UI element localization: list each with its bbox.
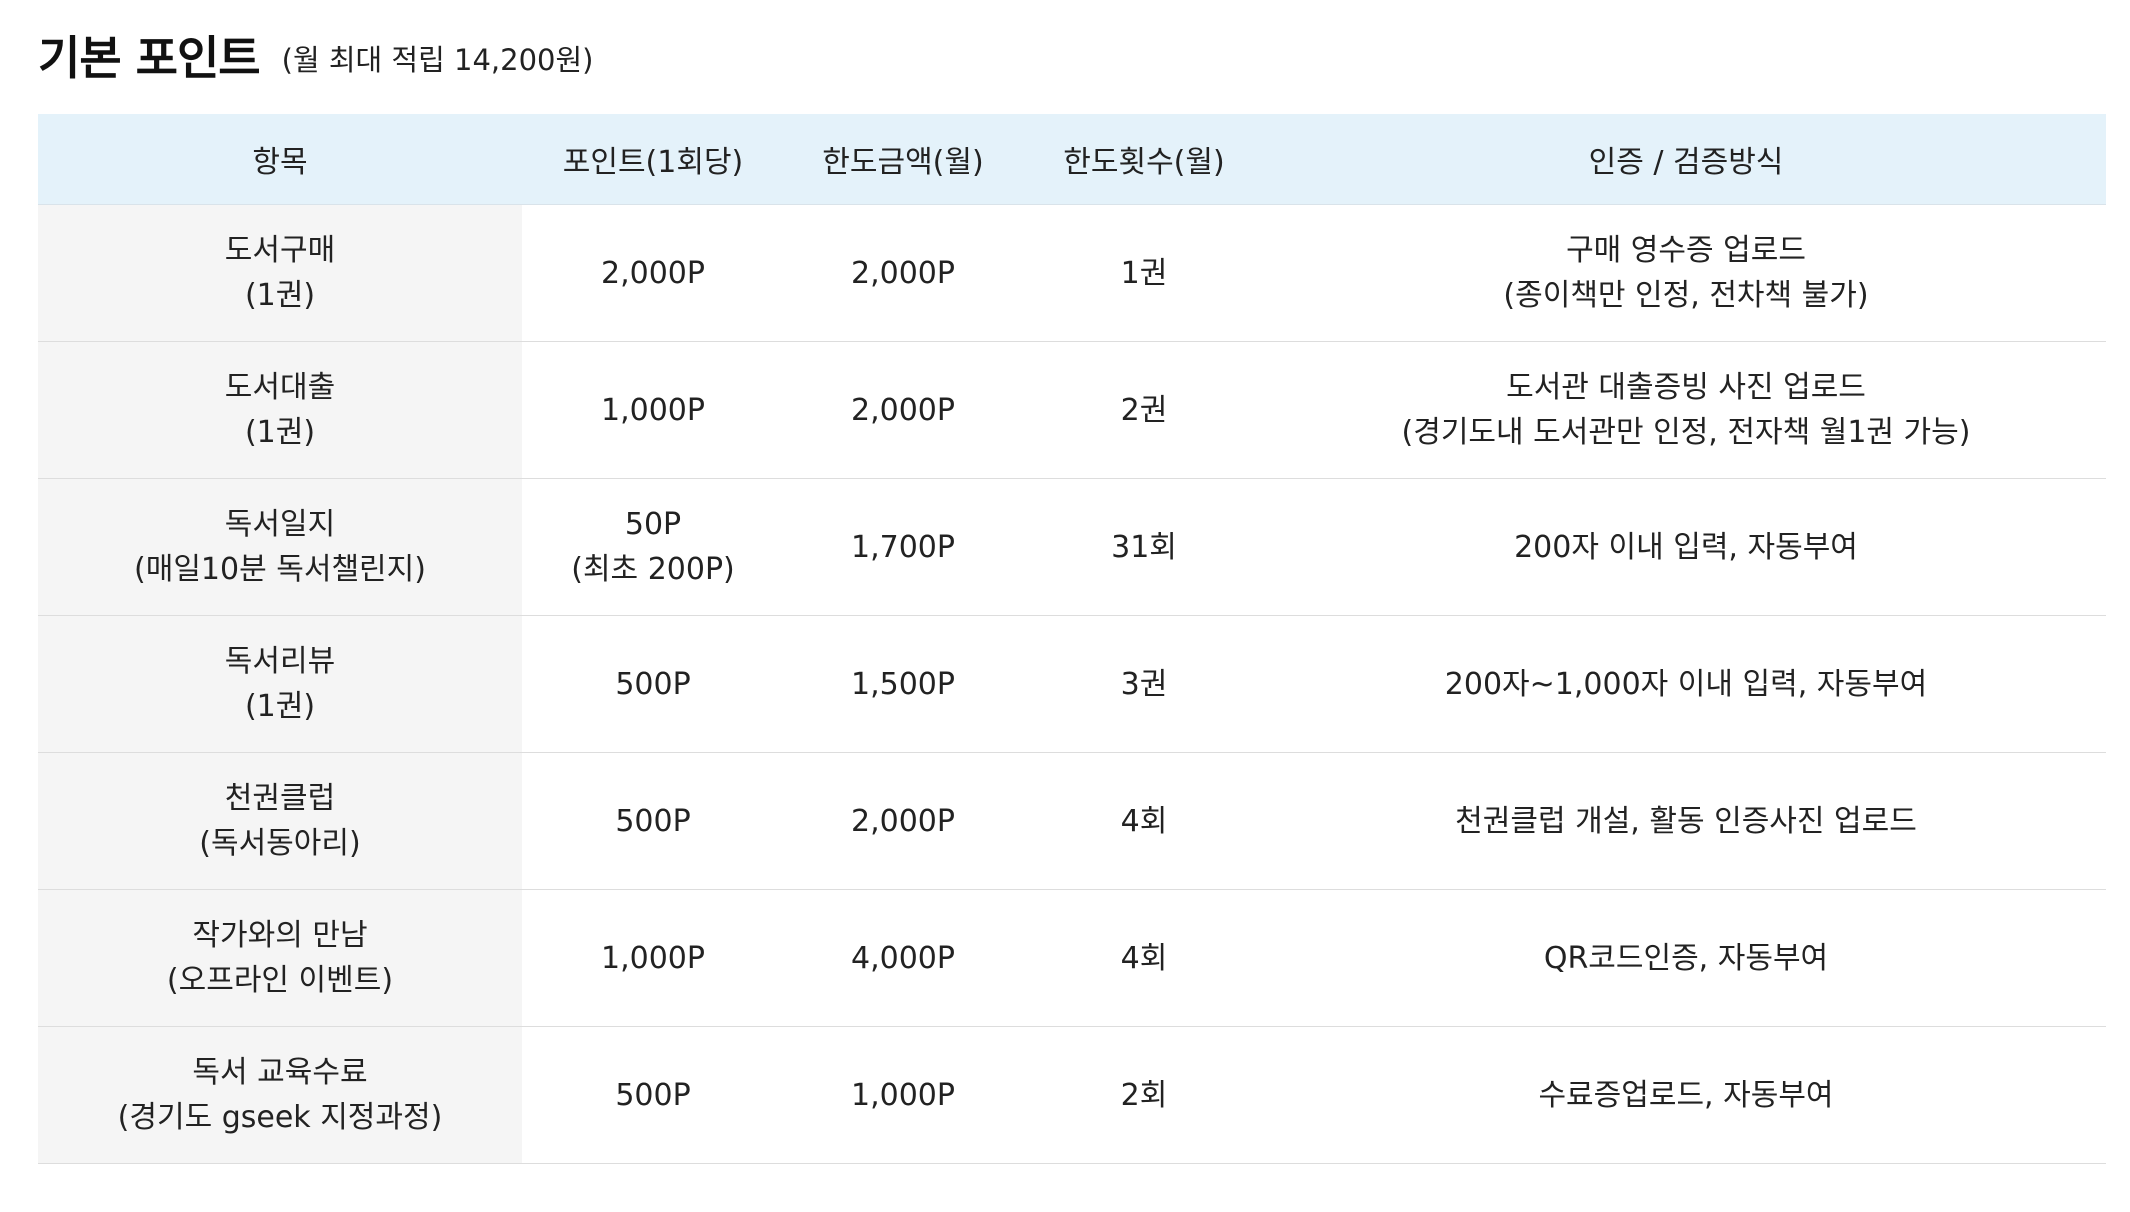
cell-limit-amount: 4,000P	[784, 889, 1022, 1027]
cell-points: 50P (최초 200P)	[522, 478, 784, 616]
item-name: 도서구매	[224, 233, 336, 268]
cell-limit-count: 1권	[1022, 204, 1266, 342]
method-text: 200자 이내 입력, 자동부여	[1514, 529, 1858, 565]
cell-item: 도서대출 (1권)	[38, 341, 522, 479]
cell-item: 천권클럽 (독서동아리)	[38, 752, 522, 890]
points-value: 1,000P	[601, 392, 705, 428]
cell-limit-count: 31회	[1022, 478, 1266, 616]
table-row: 도서구매 (1권) 2,000P 2,000P 1권 구매 영수증 업로드 (종…	[38, 204, 2106, 342]
cell-item: 도서구매 (1권)	[38, 204, 522, 342]
method-text: 도서관 대출증빙 사진 업로드	[1506, 370, 1866, 405]
method-note: (경기도내 도서관만 인정, 전자책 월1권 가능)	[1401, 415, 1971, 450]
points-value: 1,000P	[601, 940, 705, 976]
cell-points: 500P	[522, 615, 784, 753]
item-note: (오프라인 이벤트)	[166, 963, 394, 998]
cell-method: QR코드인증, 자동부여	[1266, 889, 2106, 1027]
method-text: 수료증업로드, 자동부여	[1538, 1077, 1834, 1113]
table-row: 독서 교육수료 (경기도 gseek 지정과정) 500P 1,000P 2회 …	[38, 1026, 2106, 1164]
cell-limit-count: 2회	[1022, 1026, 1266, 1164]
cell-points: 1,000P	[522, 889, 784, 1027]
cell-method: 200자~1,000자 이내 입력, 자동부여	[1266, 615, 2106, 753]
cell-method: 도서관 대출증빙 사진 업로드 (경기도내 도서관만 인정, 전자책 월1권 가…	[1266, 341, 2106, 479]
item-name: 도서대출	[224, 370, 336, 405]
header-points: 포인트(1회당)	[522, 114, 784, 205]
cell-limit-amount: 1,500P	[784, 615, 1022, 753]
cell-limit-amount: 2,000P	[784, 752, 1022, 890]
header-method: 인증 / 검증방식	[1266, 114, 2106, 205]
table-header: 항목 포인트(1회당) 한도금액(월) 한도횟수(월) 인증 / 검증방식	[38, 114, 2106, 205]
item-name: 천권클럽	[224, 781, 336, 816]
cell-method: 천권클럽 개설, 활동 인증사진 업로드	[1266, 752, 2106, 890]
cell-method: 수료증업로드, 자동부여	[1266, 1026, 2106, 1164]
cell-points: 500P	[522, 1026, 784, 1164]
points-value: 500P	[615, 803, 691, 839]
points-value: 50P	[624, 507, 682, 542]
cell-limit-count: 4회	[1022, 889, 1266, 1027]
page-title: 기본 포인트	[38, 31, 261, 85]
cell-item: 작가와의 만남 (오프라인 이벤트)	[38, 889, 522, 1027]
cell-method: 200자 이내 입력, 자동부여	[1266, 478, 2106, 616]
table-row: 천권클럽 (독서동아리) 500P 2,000P 4회 천권클럽 개설, 활동 …	[38, 752, 2106, 890]
header-item: 항목	[38, 114, 522, 205]
table-row: 작가와의 만남 (오프라인 이벤트) 1,000P 4,000P 4회 QR코드…	[38, 889, 2106, 1027]
item-note: (1권)	[244, 689, 316, 724]
points-note: (최초 200P)	[571, 552, 735, 587]
cell-points: 2,000P	[522, 204, 784, 342]
cell-limit-count: 3권	[1022, 615, 1266, 753]
table-row: 도서대출 (1권) 1,000P 2,000P 2권 도서관 대출증빙 사진 업…	[38, 341, 2106, 479]
table-body: 도서구매 (1권) 2,000P 2,000P 1권 구매 영수증 업로드 (종…	[38, 204, 2106, 1164]
points-value: 500P	[615, 1077, 691, 1113]
item-name: 독서 교육수료	[192, 1055, 368, 1090]
points-table: 항목 포인트(1회당) 한도금액(월) 한도횟수(월) 인증 / 검증방식 도서…	[38, 114, 2106, 1164]
method-text: 200자~1,000자 이내 입력, 자동부여	[1444, 666, 1928, 702]
points-value: 500P	[615, 666, 691, 702]
header-row: 항목 포인트(1회당) 한도금액(월) 한도횟수(월) 인증 / 검증방식	[38, 114, 2106, 205]
page-subtitle: (월 최대 적립 14,200원)	[281, 43, 594, 77]
method-text: 구매 영수증 업로드	[1566, 233, 1806, 268]
method-text: QR코드인증, 자동부여	[1543, 940, 1829, 976]
points-value: 2,000P	[601, 255, 705, 291]
table-row: 독서리뷰 (1권) 500P 1,500P 3권 200자~1,000자 이내 …	[38, 615, 2106, 753]
item-note: (독서동아리)	[199, 826, 361, 861]
cell-method: 구매 영수증 업로드 (종이책만 인정, 전차책 불가)	[1266, 204, 2106, 342]
item-name: 독서일지	[224, 507, 336, 542]
section-title: 기본 포인트 (월 최대 적립 14,200원)	[38, 22, 593, 88]
item-note: (1권)	[244, 278, 316, 313]
item-note: (경기도 gseek 지정과정)	[117, 1100, 443, 1135]
cell-limit-amount: 2,000P	[784, 204, 1022, 342]
header-limit-count: 한도횟수(월)	[1022, 114, 1266, 205]
method-note: (종이책만 인정, 전차책 불가)	[1503, 278, 1869, 313]
cell-points: 500P	[522, 752, 784, 890]
cell-limit-amount: 2,000P	[784, 341, 1022, 479]
item-note: (매일10분 독서챌린지)	[134, 552, 426, 587]
item-name: 독서리뷰	[224, 644, 336, 679]
item-note: (1권)	[244, 415, 316, 450]
cell-points: 1,000P	[522, 341, 784, 479]
cell-limit-amount: 1,000P	[784, 1026, 1022, 1164]
table-row: 독서일지 (매일10분 독서챌린지) 50P (최초 200P) 1,700P …	[38, 478, 2106, 616]
item-name: 작가와의 만남	[192, 918, 368, 953]
cell-limit-amount: 1,700P	[784, 478, 1022, 616]
cell-limit-count: 2권	[1022, 341, 1266, 479]
cell-item: 독서리뷰 (1권)	[38, 615, 522, 753]
method-text: 천권클럽 개설, 활동 인증사진 업로드	[1455, 803, 1917, 839]
cell-item: 독서일지 (매일10분 독서챌린지)	[38, 478, 522, 616]
cell-item: 독서 교육수료 (경기도 gseek 지정과정)	[38, 1026, 522, 1164]
cell-limit-count: 4회	[1022, 752, 1266, 890]
header-limit-amount: 한도금액(월)	[784, 114, 1022, 205]
